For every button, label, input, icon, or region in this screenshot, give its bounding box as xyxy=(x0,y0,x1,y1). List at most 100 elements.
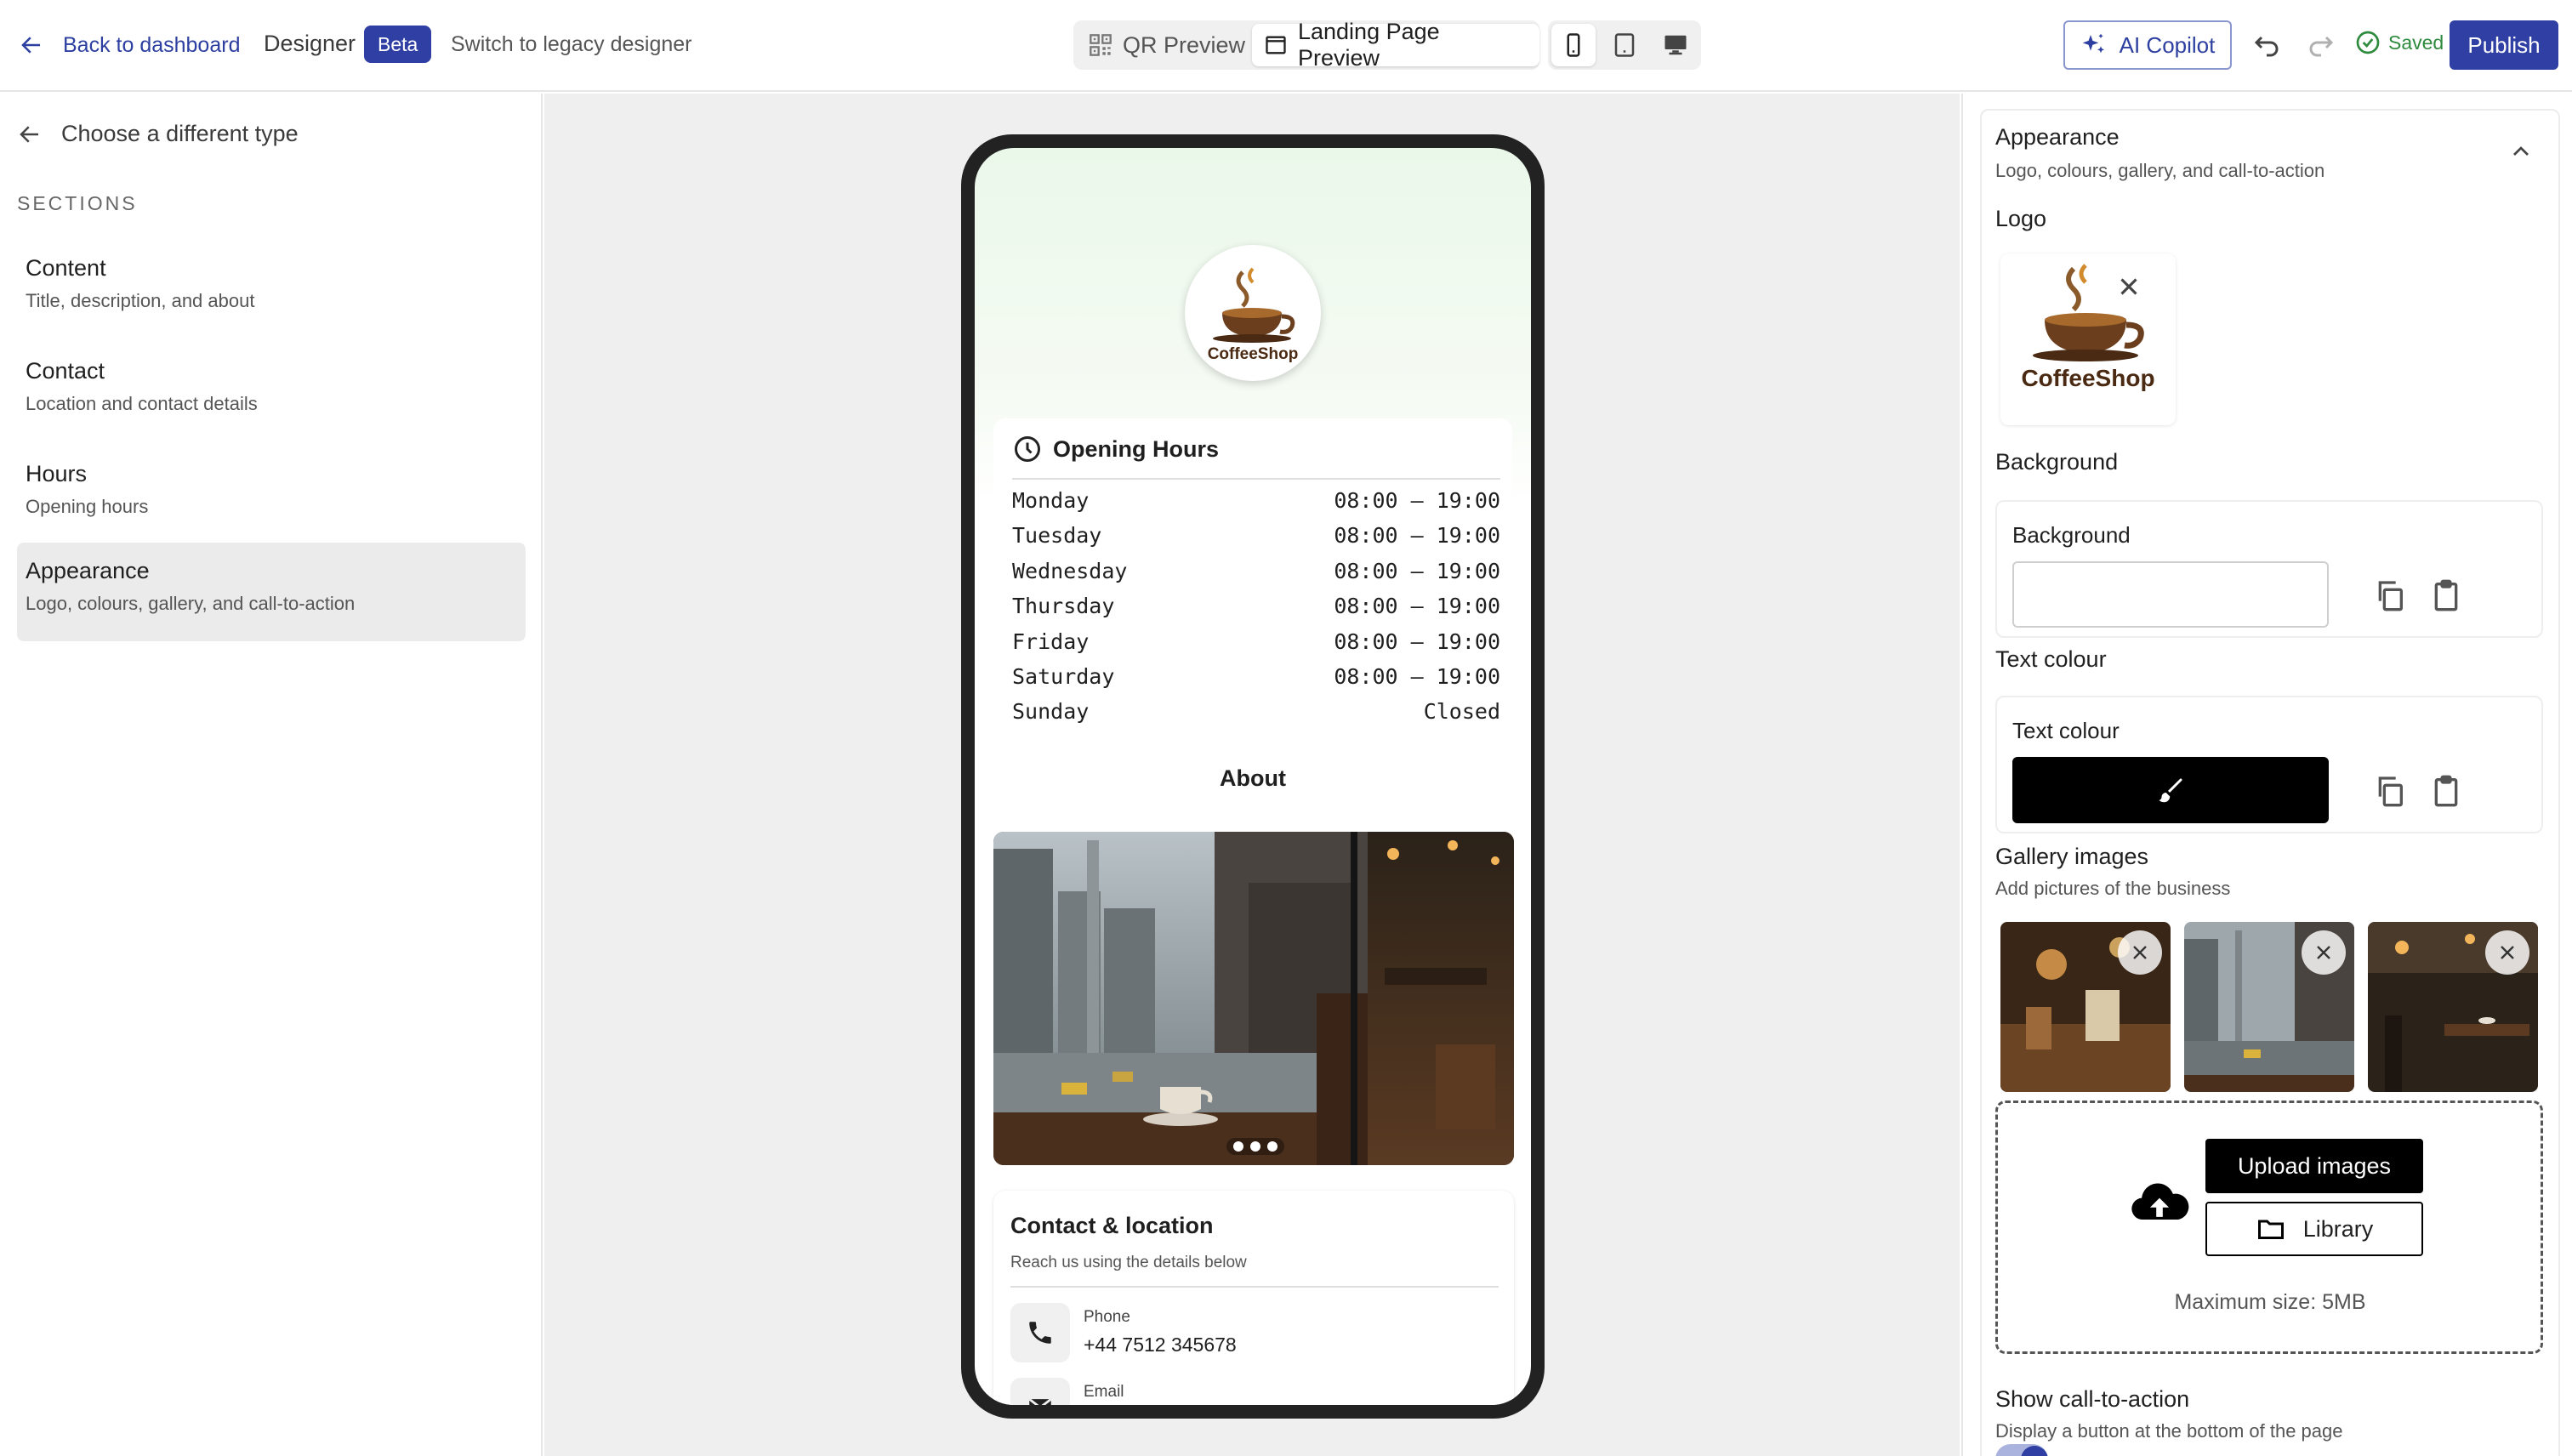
gallery-images-label: Gallery images xyxy=(1995,844,2149,869)
carousel-dot[interactable] xyxy=(1267,1141,1277,1152)
qr-code-icon xyxy=(1090,34,1112,56)
device-tablet-button[interactable] xyxy=(1602,24,1647,66)
gallery-thumbnail[interactable] xyxy=(2368,922,2538,1092)
contact-title: Contact & location xyxy=(1010,1213,1214,1238)
hours-day: Saturday xyxy=(1012,664,1115,689)
back-to-dashboard-link[interactable]: Back to dashboard xyxy=(19,27,240,63)
library-button[interactable]: Library xyxy=(2205,1202,2423,1256)
undo-icon xyxy=(2254,36,2279,57)
choose-different-type-link[interactable]: Choose a different type xyxy=(17,121,299,147)
logo-preview-tile[interactable]: CoffeeShop xyxy=(2000,253,2176,425)
browser-window-icon xyxy=(1266,36,1286,54)
text-colour-card: Text colour xyxy=(1995,696,2543,833)
divider xyxy=(1010,1286,1499,1288)
sidebar-item-title: Contact xyxy=(26,358,105,384)
image-upload-dropzone[interactable]: Upload images Library Maximum size: 5MB xyxy=(1995,1101,2543,1354)
carousel-dot[interactable] xyxy=(1233,1141,1243,1152)
hours-day: Thursday xyxy=(1012,594,1115,618)
sidebar-item-hours[interactable]: Hours Opening hours xyxy=(17,446,526,544)
carousel-dot[interactable] xyxy=(1250,1141,1260,1152)
hours-time: 08:00 – 19:00 xyxy=(1334,523,1500,548)
close-icon xyxy=(2133,946,2147,959)
remove-logo-icon[interactable] xyxy=(2114,272,2143,301)
tablet-icon xyxy=(1614,33,1635,57)
sidebar-item-contact[interactable]: Contact Location and contact details xyxy=(17,343,526,441)
mail-icon xyxy=(1028,1397,1052,1405)
sidebar-item-title: Hours xyxy=(26,461,88,486)
copy-icon[interactable] xyxy=(2373,774,2407,808)
divider xyxy=(1012,478,1500,480)
device-desktop-button[interactable] xyxy=(1653,24,1698,66)
switch-legacy-link[interactable]: Switch to legacy designer xyxy=(451,32,691,57)
hours-day: Friday xyxy=(1012,629,1090,654)
coffee-cup-logo: CoffeeShop xyxy=(1208,267,1298,363)
tab-qr-preview[interactable]: QR Preview xyxy=(1077,24,1257,66)
back-to-dashboard-label: Back to dashboard xyxy=(63,32,241,57)
hours-row: Sunday Closed xyxy=(1012,699,1500,724)
text-colour-swatch[interactable] xyxy=(2012,757,2329,823)
sidebar-item-content[interactable]: Content Title, description, and about xyxy=(17,240,526,338)
tab-landing-page-preview[interactable]: Landing Page Preview xyxy=(1252,19,1539,71)
hours-time: 08:00 – 19:00 xyxy=(1334,664,1500,689)
email-button[interactable] xyxy=(1010,1378,1070,1405)
folder-icon xyxy=(2257,1220,2284,1239)
phone-icon xyxy=(1029,1322,1051,1344)
carousel-dots xyxy=(1226,1138,1284,1155)
sidebar-item-subtitle: Opening hours xyxy=(26,496,149,517)
logo-label: Logo xyxy=(1995,206,2047,231)
undo-button[interactable] xyxy=(2249,27,2285,63)
redo-icon xyxy=(2309,36,2334,57)
background-field-label: Background xyxy=(2012,522,2131,548)
remove-image-button[interactable] xyxy=(2485,930,2529,975)
sidebar-item-subtitle: Location and contact details xyxy=(26,393,258,414)
cloud-upload-icon xyxy=(2131,1183,2189,1220)
show-cta-toggle[interactable] xyxy=(1995,1444,2048,1456)
clipboard-icon[interactable] xyxy=(2429,774,2463,808)
device-switch xyxy=(1548,20,1701,70)
phone-button[interactable] xyxy=(1010,1303,1070,1362)
sidebar-item-appearance[interactable]: Appearance Logo, colours, gallery, and c… xyxy=(17,543,526,641)
hours-day: Wednesday xyxy=(1012,559,1128,583)
upload-images-button[interactable]: Upload images xyxy=(2205,1139,2423,1193)
saved-label: Saved xyxy=(2388,31,2444,54)
remove-image-button[interactable] xyxy=(2118,930,2162,975)
hours-time: 08:00 – 19:00 xyxy=(1334,629,1500,654)
hours-time: 08:00 – 19:00 xyxy=(1334,594,1500,618)
library-button-label: Library xyxy=(2302,1215,2374,1242)
sidebar-item-title: Content xyxy=(26,255,106,281)
sparkle-icon xyxy=(2082,33,2104,54)
remove-image-button[interactable] xyxy=(2302,930,2346,975)
brush-icon xyxy=(2159,778,2182,803)
hours-row: Thursday 08:00 – 19:00 xyxy=(1012,594,1500,618)
coffee-cup-logo: CoffeeShop xyxy=(2021,264,2155,391)
gallery-carousel[interactable] xyxy=(993,832,1514,1165)
clipboard-icon[interactable] xyxy=(2429,578,2463,612)
tab-qr-preview-label: QR Preview xyxy=(1123,31,1246,58)
background-color-swatch[interactable] xyxy=(2012,561,2329,628)
gallery-thumbnail[interactable] xyxy=(2184,922,2354,1092)
saved-status: Saved xyxy=(2354,29,2444,56)
ai-copilot-button[interactable]: AI Copilot xyxy=(2063,20,2232,70)
hours-time: 08:00 – 19:00 xyxy=(1334,559,1500,583)
hours-row: Saturday 08:00 – 19:00 xyxy=(1012,664,1500,689)
preview-canvas: CoffeeShop Opening Hours Monday 08:00 – 1… xyxy=(544,94,1960,1456)
phone-screen[interactable]: CoffeeShop Opening Hours Monday 08:00 – 1… xyxy=(975,148,1531,1405)
top-bar: Back to dashboard Designer Beta Switch t… xyxy=(0,0,2572,92)
preview-logo: CoffeeShop xyxy=(1185,245,1321,381)
phone-frame: CoffeeShop Opening Hours Monday 08:00 – 1… xyxy=(961,134,1545,1419)
beta-badge: Beta xyxy=(364,26,432,63)
chevron-up-icon[interactable] xyxy=(2507,138,2535,165)
designer-label: Designer xyxy=(264,31,356,56)
redo-button[interactable] xyxy=(2303,27,2339,63)
copy-icon[interactable] xyxy=(2373,578,2407,612)
publish-button[interactable]: Publish xyxy=(2450,20,2558,70)
max-size-note: Maximum size: 5MB xyxy=(2174,1290,2366,1314)
hours-row: Monday 08:00 – 19:00 xyxy=(1012,488,1500,513)
phone-value[interactable]: +44 7512 345678 xyxy=(1084,1334,1237,1356)
gallery-thumbnail[interactable] xyxy=(2000,922,2171,1092)
close-icon xyxy=(2317,946,2330,959)
text-colour-field-label: Text colour xyxy=(2012,718,2120,743)
device-mobile-button[interactable] xyxy=(1551,24,1596,66)
hours-day: Sunday xyxy=(1012,699,1090,724)
show-cta-label: Show call-to-action xyxy=(1995,1386,2190,1412)
